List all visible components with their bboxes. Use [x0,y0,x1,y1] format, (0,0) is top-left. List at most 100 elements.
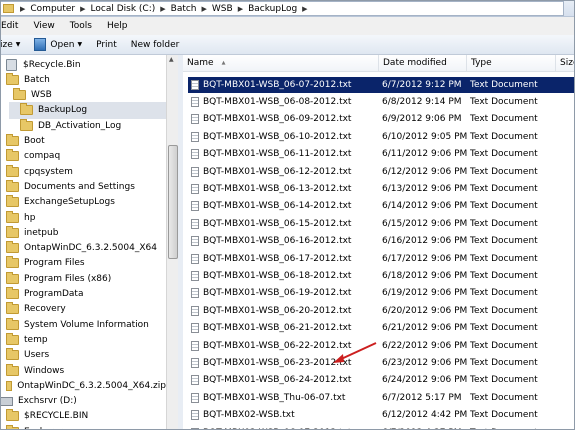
file-name: BQT-MBX01-WSB_06-07-2012.txt [203,79,352,90]
file-name-cell: BQT-MBX01-WSB_06-15-2012.txt [191,215,351,232]
folder-icon [6,317,19,330]
file-row[interactable]: BQT-MBX01-WSB_Thu-06-07.txt 6/7/2012 5:17… [183,389,575,406]
file-row[interactable]: BQT-MBX01-WSB_06-08-2012.txt 6/8/2012 9:1… [183,93,575,110]
file-row[interactable]: BQT-MBX02-WSB.txt 6/12/2012 4:42 PM Text D… [183,407,575,424]
address-breadcrumb[interactable]: ▶ Computer ▶ Local Disk (C:) ▶ Batch ▶ W… [0,1,564,16]
file-name-cell: BQT-MBX01-WSB_06-14-2012.txt [191,198,351,215]
chevron-right-icon[interactable]: ▶ [80,5,85,13]
text-document-icon [191,149,199,160]
scroll-up-icon[interactable]: ▲ [169,56,174,63]
chevron-right-icon[interactable]: ▶ [20,5,25,13]
new-folder-button[interactable]: New folder [131,40,180,50]
file-row[interactable]: BQT-MBX01-WSB_06-10-2012.txt 6/10/2012 9:… [183,128,575,145]
chevron-right-icon[interactable]: ▶ [202,5,207,13]
menu-tools[interactable]: Tools [70,21,92,31]
tree-item-label: inetpub [24,227,59,238]
file-name: BQT-MBX01-WSB_06-21-2012.txt [203,323,352,334]
print-button[interactable]: Print [96,40,117,50]
chevron-right-icon[interactable]: ▶ [238,5,243,13]
scrollbar-thumb[interactable] [168,145,178,259]
menu-bar: Edit View Tools Help [0,17,575,35]
file-date: 6/13/2012 9:06 PM [382,183,468,194]
text-document-icon [191,375,199,386]
file-row[interactable]: BQT-MBX02-WSB_06-07-2012.txt 6/7/2012 4:3… [183,424,575,430]
column-header-date[interactable]: Date modified [379,55,467,72]
folder-icon [6,195,19,208]
file-name-cell: BQT-MBX01-WSB_06-13-2012.txt [191,180,351,197]
text-document-icon [191,392,199,403]
tree-item-label: DB_Activation_Log [38,120,122,131]
tree-item-label: Users [24,350,50,361]
file-row[interactable]: BQT-MBX01-WSB_06-24-2012.txt 6/24/2012 9:… [183,372,575,389]
file-row[interactable]: BQT-MBX01-WSB_06-11-2012.txt 6/11/2012 9:… [183,146,575,163]
file-row[interactable]: BQT-MBX01-WSB_06-09-2012.txt 6/9/2012 9:0… [183,111,575,128]
file-row[interactable]: BQT-MBX01-WSB_06-18-2012.txt 6/18/2012 9:… [183,267,575,284]
file-date: 6/15/2012 9:06 PM [382,218,468,229]
drive-icon [0,396,13,406]
tree-item-label: $Recycle.Bin [23,59,81,70]
breadcrumb-batch[interactable]: Batch [171,4,197,14]
file-row[interactable]: BQT-MBX01-WSB_06-17-2012.txt 6/17/2012 9:… [183,250,575,267]
folder-icon [6,149,19,162]
file-row[interactable]: BQT-MBX01-WSB_06-20-2012.txt 6/20/2012 9:… [183,302,575,319]
tree-item-label: Batch [24,74,50,85]
column-header-type[interactable]: Type [467,55,556,72]
file-name: BQT-MBX01-WSB_06-22-2012.txt [203,340,352,351]
file-row[interactable]: BQT-MBX01-WSB_06-14-2012.txt 6/14/2012 9:… [183,198,575,215]
breadcrumb-local-disk[interactable]: Local Disk (C:) [91,4,156,14]
chevron-down-icon: ▼ [77,41,83,48]
tree-item-label: compaq [24,151,61,162]
menu-help[interactable]: Help [107,21,128,31]
file-row[interactable]: BQT-MBX01-WSB_06-21-2012.txt 6/21/2012 9:… [183,320,575,337]
tree-item-label: OntapWinDC_6.3.2.5004_X64 [24,243,157,254]
file-name: BQT-MBX02-WSB.txt [203,410,295,421]
file-type: Text Document [470,357,538,368]
organize-button[interactable]: ize ▼ [0,40,20,50]
file-type: Text Document [470,131,538,142]
chevron-right-icon[interactable]: ▶ [160,5,165,13]
file-row[interactable]: BQT-MBX01-WSB_06-12-2012.txt 6/12/2012 9:… [183,163,575,180]
folder-icon [6,164,19,177]
tree-item-label: cpqsystem [24,166,73,177]
file-type: Text Document [470,114,538,125]
organize-label: ize [0,39,13,50]
chevron-right-icon[interactable]: ▶ [302,5,307,13]
breadcrumb-wsb[interactable]: WSB [212,4,233,14]
navigation-pane[interactable]: $Recycle.Bin Batch WSB BackupLog DB_Activati… [0,55,166,430]
file-row[interactable]: BQT-MBX01-WSB_06-19-2012.txt 6/19/2012 9:… [183,285,575,302]
file-name: BQT-MBX01-WSB_06-24-2012.txt [203,375,352,386]
file-type: Text Document [470,392,538,403]
column-header-size[interactable]: Size [556,55,575,72]
file-row[interactable]: BQT-MBX01-WSB_06-22-2012.txt 6/22/2012 9:… [183,337,575,354]
text-document-icon [191,114,199,125]
file-name: BQT-MBX01-WSB_06-20-2012.txt [203,305,352,316]
file-name-cell: BQT-MBX01-WSB_06-11-2012.txt [191,146,351,163]
tree-item[interactable]: Exchsrvr [0,423,166,430]
command-bar: ize ▼ Open ▼ Print New folder [0,35,575,55]
file-row[interactable]: BQT-MBX01-WSB_06-16-2012.txt 6/16/2012 9:… [183,233,575,250]
menu-edit[interactable]: Edit [1,21,18,31]
folder-icon [6,302,19,315]
text-document-icon [191,79,199,90]
open-button[interactable]: Open ▼ [34,38,82,51]
breadcrumb-backuplog[interactable]: BackupLog [248,4,297,14]
tree-item-label: Exchsrvr (D:) [18,396,77,407]
tree-item-label: Program Files (x86) [24,273,112,284]
file-name-cell: BQT-MBX02-WSB_06-07-2012.txt [191,424,351,430]
file-date: 6/12/2012 9:06 PM [382,166,468,177]
file-row[interactable]: BQT-MBX01-WSB_06-07-2012.txt 6/7/2012 9:1… [183,76,575,93]
file-row[interactable]: BQT-MBX01-WSB_06-15-2012.txt 6/15/2012 9:… [183,215,575,232]
folder-icon [6,363,19,376]
column-header-name[interactable]: Name ▲ [183,55,379,72]
file-name-cell: BQT-MBX01-WSB_06-19-2012.txt [191,285,351,302]
file-name-cell: BQT-MBX01-WSB_06-23-2012.txt [191,354,351,371]
text-document-icon [191,270,199,281]
breadcrumb-computer[interactable]: Computer [30,4,75,14]
file-type: Text Document [470,270,538,281]
menu-view[interactable]: View [33,21,54,31]
text-document-icon [191,340,199,351]
file-row[interactable]: BQT-MBX01-WSB_06-23-2012.txt 6/23/2012 9:… [183,354,575,371]
file-row[interactable]: BQT-MBX01-WSB_06-13-2012.txt 6/13/2012 9:… [183,180,575,197]
file-type: Text Document [470,340,538,351]
text-document-icon [191,166,199,177]
